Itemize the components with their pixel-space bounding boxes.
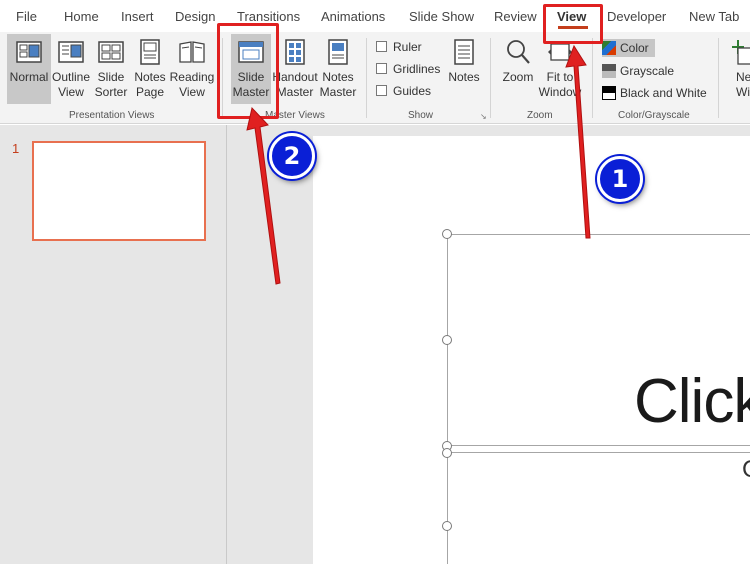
show-group-label: Show	[408, 110, 434, 121]
reading-view-button[interactable]: Reading View	[169, 34, 215, 104]
grayscale-swatch-icon	[602, 64, 616, 78]
grayscale-option[interactable]: Grayscale	[602, 62, 674, 80]
pane-gutter	[227, 125, 313, 564]
tab-home[interactable]: Home	[64, 9, 99, 24]
group-separator	[592, 38, 593, 118]
black-white-swatch-icon	[602, 86, 616, 100]
dialog-launcher-icon[interactable]: ↘	[480, 112, 487, 121]
reading-view-icon	[179, 41, 205, 63]
outline-view-icon	[58, 41, 84, 63]
guides-checkbox[interactable]: Guides	[376, 84, 431, 98]
tab-animations[interactable]: Animations	[321, 9, 385, 24]
subtitle-placeholder[interactable]	[447, 452, 750, 564]
notes-icon	[454, 39, 474, 65]
normal-view-icon	[16, 41, 42, 63]
checkbox-box[interactable]	[376, 63, 387, 74]
slide-master-highlight	[217, 23, 279, 119]
notes-button[interactable]: Notes	[444, 34, 484, 104]
title-placeholder-text: Click	[634, 367, 750, 436]
new-window-icon	[732, 40, 750, 65]
new-window-label: New Window	[736, 70, 750, 99]
group-separator	[718, 38, 719, 118]
tab-new-tab[interactable]: New Tab	[689, 9, 739, 24]
handout-master-icon	[285, 39, 305, 65]
color-swatch-icon	[602, 41, 616, 55]
slide-sorter-button[interactable]: Slide Sorter	[91, 34, 131, 104]
resize-handle[interactable]	[442, 335, 452, 345]
slide-number: 1	[12, 141, 20, 156]
color-grayscale-group-label: Color/Grayscale	[618, 110, 690, 121]
checkbox-box[interactable]	[376, 85, 387, 96]
notes-master-icon	[328, 39, 348, 65]
tab-developer[interactable]: Developer	[607, 9, 666, 24]
outline-view-label: Outline View	[51, 70, 91, 99]
new-window-button[interactable]: New Window	[726, 34, 750, 104]
notes-page-label: Notes Page	[134, 70, 166, 99]
guides-label: Guides	[393, 84, 432, 98]
notes-page-button[interactable]: Notes Page	[131, 34, 169, 104]
tab-insert[interactable]: Insert	[121, 9, 154, 24]
group-separator	[366, 38, 367, 118]
gridlines-checkbox[interactable]: Gridlines	[376, 62, 440, 76]
notes-master-label: Notes Master	[319, 70, 357, 99]
black-and-white-label: Black and White	[620, 86, 707, 100]
fit-to-window-button[interactable]: Fit to Window	[538, 34, 582, 104]
black-and-white-option[interactable]: Black and White	[602, 84, 707, 102]
ruler-label: Ruler	[393, 40, 422, 54]
menu-bar: File Home Insert Design Transitions Anim…	[0, 0, 750, 32]
notes-page-icon	[140, 39, 160, 65]
outline-view-button[interactable]: Outline View	[51, 34, 91, 104]
tab-transitions[interactable]: Transitions	[237, 9, 300, 24]
zoom-label: Zoom	[502, 70, 534, 84]
resize-handle[interactable]	[442, 229, 452, 239]
resize-handle[interactable]	[442, 521, 452, 531]
slide-sorter-icon	[98, 41, 124, 63]
group-separator	[490, 38, 491, 118]
step-2-badge: 2	[269, 133, 315, 179]
tab-review[interactable]: Review	[494, 9, 537, 24]
normal-view-button[interactable]: Normal	[7, 34, 51, 104]
magnifier-icon	[507, 40, 530, 64]
reading-view-label: Reading View	[169, 70, 215, 99]
resize-handle[interactable]	[442, 448, 452, 458]
slide-thumbnail[interactable]	[32, 141, 206, 241]
fit-to-window-label: Fit to Window	[538, 70, 582, 99]
tab-slide-show[interactable]: Slide Show	[409, 9, 474, 24]
normal-view-label: Normal	[9, 70, 49, 84]
view-tab-highlight	[543, 4, 603, 44]
ruler-checkbox[interactable]: Ruler	[376, 40, 422, 54]
subtitle-placeholder-text: C	[742, 456, 750, 484]
color-option[interactable]: Color	[602, 39, 655, 57]
grayscale-label: Grayscale	[620, 64, 675, 78]
presentation-views-group-label: Presentation Views	[69, 110, 155, 121]
gridlines-label: Gridlines	[393, 62, 441, 76]
zoom-group-label: Zoom	[527, 110, 553, 121]
step-1-badge: 1	[597, 156, 643, 202]
slide-sorter-label: Slide Sorter	[94, 70, 128, 99]
notes-master-button[interactable]: Notes Master	[318, 34, 358, 104]
checkbox-box[interactable]	[376, 41, 387, 52]
tab-design[interactable]: Design	[175, 9, 215, 24]
zoom-button[interactable]: Zoom	[498, 34, 538, 104]
notes-label: Notes	[448, 70, 480, 84]
color-label: Color	[620, 41, 649, 55]
tab-file[interactable]: File	[16, 9, 37, 24]
